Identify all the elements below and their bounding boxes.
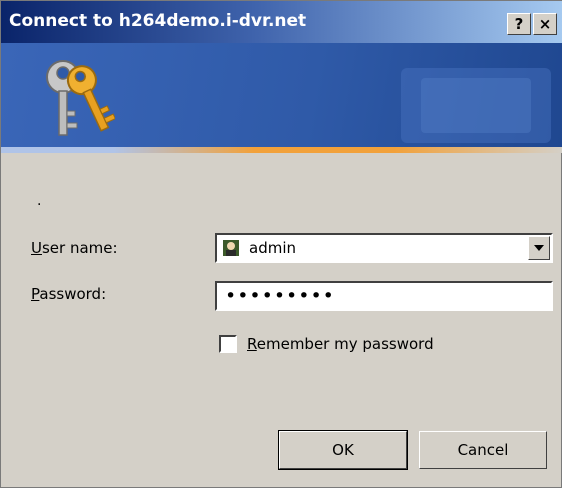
username-dropdown-button[interactable] (528, 236, 550, 260)
user-icon (223, 240, 239, 256)
cancel-button[interactable]: Cancel (419, 431, 547, 469)
help-button[interactable]: ? (507, 13, 531, 35)
banner-decoration (401, 68, 551, 143)
username-label-accel: U (31, 239, 42, 257)
password-label-rest: assword: (39, 285, 107, 303)
username-combobox[interactable]: admin (215, 233, 553, 263)
remember-password-checkbox[interactable] (219, 335, 237, 353)
password-label: Password: (31, 285, 106, 303)
username-label-rest: ser name: (41, 239, 118, 257)
remember-label-rest: emember my password (256, 335, 434, 353)
keys-icon (46, 60, 115, 136)
banner-accent-line (1, 147, 562, 153)
chevron-down-icon (534, 245, 544, 251)
login-dialog: Connect to h264demo.i-dvr.net ? × . User… (0, 0, 562, 488)
password-value: ••••••••• (225, 285, 335, 307)
close-button[interactable]: × (533, 13, 557, 35)
ok-button[interactable]: OK (278, 430, 408, 470)
password-field[interactable]: ••••••••• (215, 281, 553, 311)
remember-label-accel: R (247, 335, 257, 353)
window-title: Connect to h264demo.i-dvr.net (9, 11, 307, 31)
title-bar[interactable]: Connect to h264demo.i-dvr.net ? × (1, 1, 562, 43)
remember-password-label[interactable]: Remember my password (247, 335, 434, 353)
banner (1, 43, 562, 151)
prompt-text: . (37, 193, 42, 209)
username-value: admin (249, 239, 296, 257)
username-label: User name: (31, 239, 118, 257)
